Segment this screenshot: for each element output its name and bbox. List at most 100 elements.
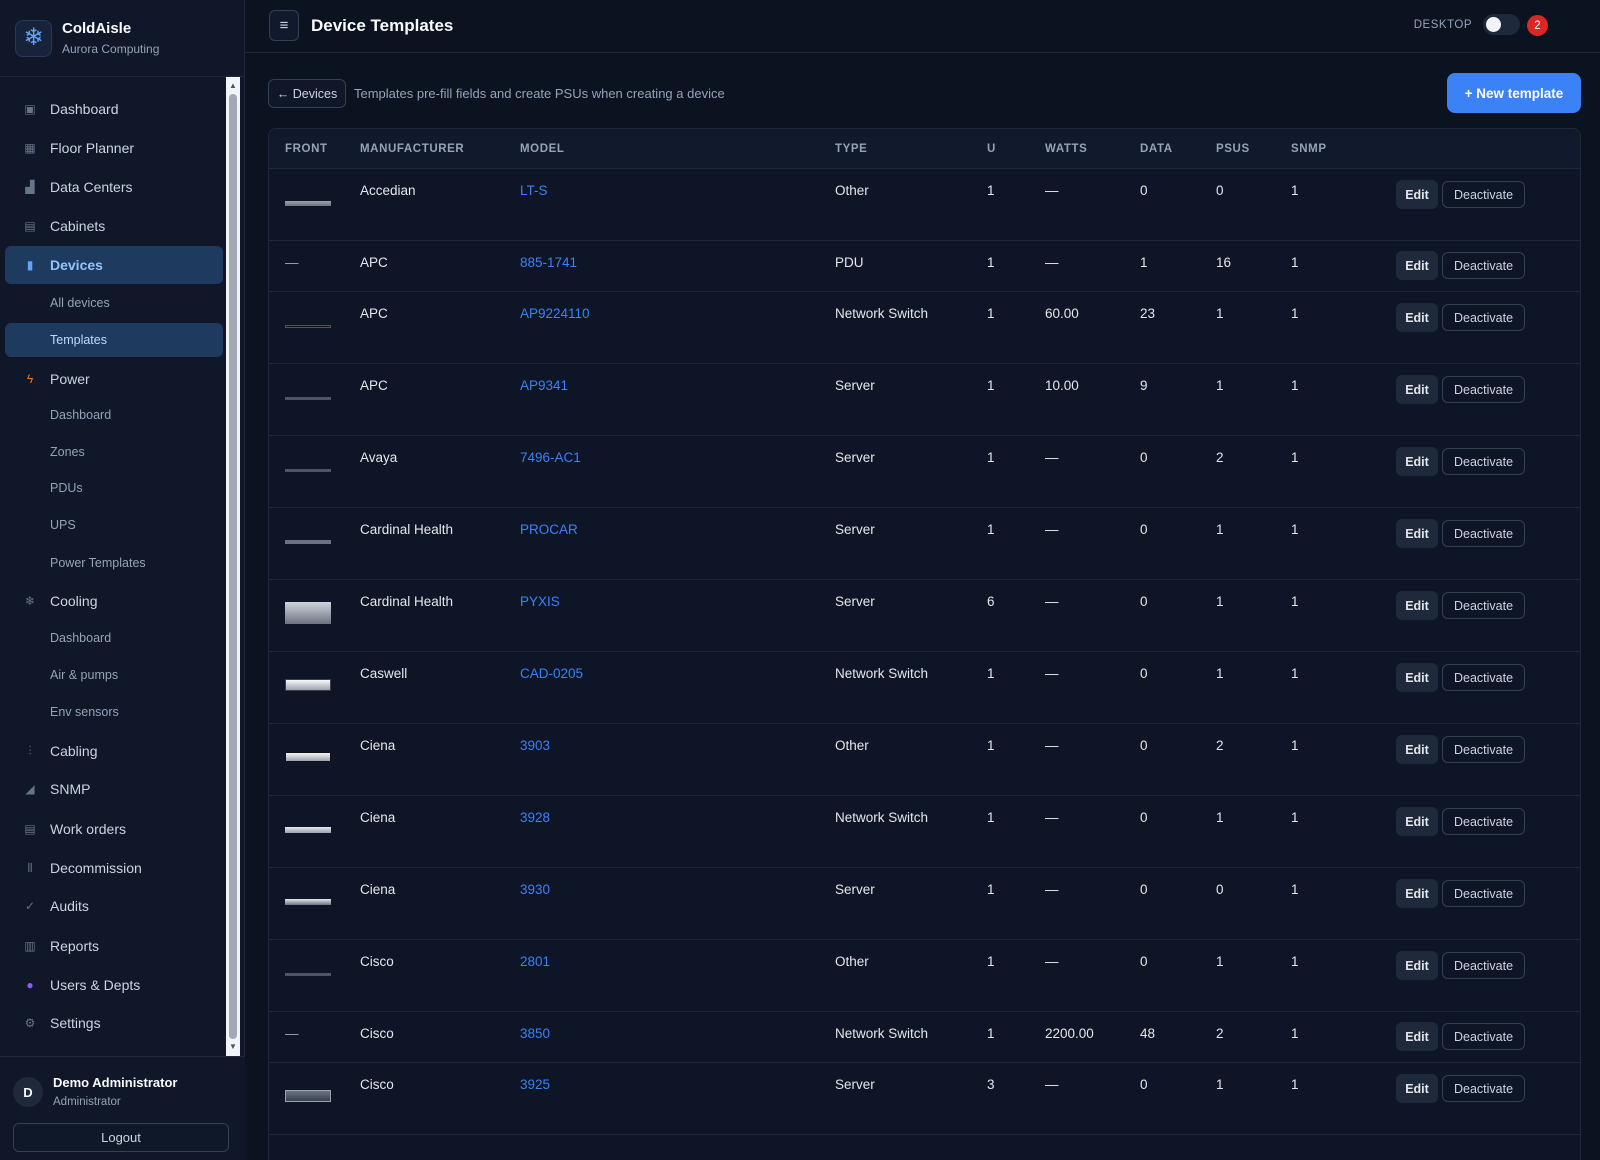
sidebar-subitem-air-pumps[interactable]: Air & pumps — [5, 658, 223, 692]
cell-model[interactable]: AP9341 — [520, 378, 568, 393]
edit-button[interactable]: Edit — [1396, 447, 1438, 476]
cell-model[interactable]: 3928 — [520, 810, 550, 825]
sidebar-item-users-depts[interactable]: ● Users & Depts — [5, 966, 223, 1004]
table-row[interactable]: Ciena 3928 Network Switch 1 — 0 1 1 Edit Deactiva… — [269, 796, 1580, 868]
edit-button[interactable]: Edit — [1396, 1022, 1438, 1051]
deactivate-button[interactable]: Deactivate — [1442, 952, 1525, 979]
sidebar-item-snmp[interactable]: ◢ SNMP — [5, 770, 223, 808]
cell-model[interactable]: 3850 — [520, 1026, 550, 1041]
table-row[interactable]: Ciena 3903 Other 1 — 0 2 1 Edit Deactivate — [269, 724, 1580, 796]
sidebar-item-settings[interactable]: ⚙ Settings — [5, 1004, 223, 1042]
scroll-up-icon[interactable]: ▲ — [226, 79, 240, 93]
table-row[interactable]: Cardinal Health PROCAR Server 1 — 0 1 1 Edit Deac… — [269, 508, 1580, 580]
cell-model[interactable]: CAD-0205 — [520, 666, 583, 681]
table-row[interactable]: — Cisco 3850 Network Switch 1 2200.00 48 2 1 Edit… — [269, 1012, 1580, 1063]
cell-model[interactable]: LT-S — [520, 183, 548, 198]
sidebar-item-floor-planner[interactable]: ▦ Floor Planner — [5, 129, 223, 167]
desktop-mode-toggle[interactable] — [1483, 14, 1520, 35]
sidebar-item-reports[interactable]: ▥ Reports — [5, 927, 223, 965]
logout-button[interactable]: Logout — [13, 1123, 229, 1152]
table-row[interactable]: — APC 885-1741 PDU 1 — 1 16 1 Edit Deactivate — [269, 241, 1580, 292]
deactivate-button[interactable]: Deactivate — [1442, 880, 1525, 907]
cell-model[interactable]: 3930 — [520, 882, 550, 897]
sidebar-item-devices[interactable]: ▮ Devices — [5, 246, 223, 284]
edit-button[interactable]: Edit — [1396, 735, 1438, 764]
sidebar-item-label: Zones — [50, 445, 85, 459]
sidebar-item-cabinets[interactable]: ▤ Cabinets — [5, 207, 223, 245]
edit-button[interactable]: Edit — [1396, 375, 1438, 404]
cell-model[interactable]: 3903 — [520, 738, 550, 753]
edit-button[interactable]: Edit — [1396, 251, 1438, 280]
deactivate-button[interactable]: Deactivate — [1442, 736, 1525, 763]
cell-model[interactable]: PROCAR — [520, 522, 578, 537]
sidebar-subitem-zones[interactable]: Zones — [5, 435, 223, 469]
table-row[interactable]: Caswell CAD-0205 Network Switch 1 — 0 1 1 Edit De… — [269, 652, 1580, 724]
table-row[interactable]: Avaya 7496-AC1 Server 1 — 0 2 1 Edit Deactivate — [269, 436, 1580, 508]
cell-manufacturer: Avaya — [360, 450, 398, 465]
deactivate-button[interactable]: Deactivate — [1442, 448, 1525, 475]
cell-model[interactable]: 885-1741 — [520, 255, 577, 270]
table-row[interactable]: Accedian LT-S Other 1 — 0 0 1 Edit Deactivate — [269, 169, 1580, 241]
table-row[interactable]: Ciena 3930 Server 1 — 0 0 1 Edit Deactivate — [269, 868, 1580, 940]
cell-model[interactable]: PYXIS — [520, 594, 560, 609]
cell-model[interactable]: AP9224110 — [520, 306, 590, 321]
device-front-image — [285, 899, 331, 905]
brand[interactable]: ❄ ColdAisle Aurora Computing — [0, 0, 244, 77]
sidebar-item-cooling[interactable]: ❄ Cooling — [5, 582, 223, 620]
edit-button[interactable]: Edit — [1396, 180, 1438, 209]
edit-button[interactable]: Edit — [1396, 519, 1438, 548]
sidebar-subitem-templates[interactable]: Templates — [5, 323, 223, 357]
table-row[interactable]: APC AP9341 Server 1 10.00 9 1 1 Edit Deactivate — [269, 364, 1580, 436]
sidebar-subitem-power-templates[interactable]: Power Templates — [5, 546, 223, 580]
sidebar-item-decommission[interactable]: ⦀ Decommission — [5, 849, 223, 887]
power-icon: ϟ — [26, 372, 34, 386]
deactivate-button[interactable]: Deactivate — [1442, 1023, 1525, 1050]
edit-button[interactable]: Edit — [1396, 303, 1438, 332]
cell-model[interactable]: 7496-AC1 — [520, 450, 581, 465]
deactivate-button[interactable]: Deactivate — [1442, 304, 1525, 331]
cell-psus: 1 — [1216, 522, 1224, 537]
sidebar-item-label: SNMP — [50, 781, 91, 797]
sidebar-subitem-env-sensors[interactable]: Env sensors — [5, 695, 223, 729]
sidebar-subitem-ups[interactable]: UPS — [5, 508, 223, 542]
deactivate-button[interactable]: Deactivate — [1442, 252, 1525, 279]
back-to-devices-button[interactable]: ← Devices — [268, 79, 346, 108]
edit-button[interactable]: Edit — [1396, 591, 1438, 620]
sidebar-item-cabling[interactable]: ⫶ Cabling — [5, 732, 223, 770]
sidebar-subitem-all-devices[interactable]: All devices — [5, 286, 223, 320]
deactivate-button[interactable]: Deactivate — [1442, 520, 1525, 547]
notification-badge[interactable]: 2 — [1527, 15, 1548, 36]
edit-button[interactable]: Edit — [1396, 951, 1438, 980]
cell-model[interactable]: 2801 — [520, 954, 550, 969]
deactivate-button[interactable]: Deactivate — [1442, 376, 1525, 403]
sidebar-item-audits[interactable]: ✓ Audits — [5, 887, 223, 925]
deactivate-button[interactable]: Deactivate — [1442, 1075, 1525, 1102]
deactivate-button[interactable]: Deactivate — [1442, 181, 1525, 208]
deactivate-button[interactable]: Deactivate — [1442, 664, 1525, 691]
edit-button[interactable]: Edit — [1396, 879, 1438, 908]
table-row[interactable]: Cisco 3925 Server 3 — 0 1 1 Edit Deactivate — [269, 1063, 1580, 1135]
table-row[interactable]: Cardinal Health PYXIS Server 6 — 0 1 1 Edit Deact… — [269, 580, 1580, 652]
new-template-button[interactable]: + New template — [1447, 73, 1581, 113]
table-row[interactable]: Cisco 2801 Other 1 — 0 1 1 Edit Deactivate — [269, 940, 1580, 1012]
scroll-down-icon[interactable]: ▼ — [226, 1040, 240, 1054]
deactivate-button[interactable]: Deactivate — [1442, 808, 1525, 835]
decommission-icon: ⦀ — [27, 860, 33, 875]
table-row[interactable]: APC AP9224110 Network Switch 1 60.00 23 1 1 Edit… — [269, 292, 1580, 364]
cell-type: Server — [835, 378, 875, 393]
scrollbar-thumb[interactable] — [229, 94, 237, 1039]
sidebar-scrollbar[interactable]: ▲ ▼ — [226, 77, 240, 1056]
edit-button[interactable]: Edit — [1396, 1074, 1438, 1103]
sidebar-item-work-orders[interactable]: ▤ Work orders — [5, 810, 223, 848]
cell-model[interactable]: 3925 — [520, 1077, 550, 1092]
edit-button[interactable]: Edit — [1396, 663, 1438, 692]
deactivate-button[interactable]: Deactivate — [1442, 592, 1525, 619]
sidebar-item-data-centers[interactable]: ▟ Data Centers — [5, 168, 223, 206]
menu-icon[interactable]: ≡ — [269, 10, 299, 41]
sidebar-subitem-dashboard[interactable]: Dashboard — [5, 398, 223, 432]
sidebar-item-power[interactable]: ϟ Power — [5, 360, 223, 398]
sidebar-item-dashboard[interactable]: ▣ Dashboard — [5, 90, 223, 128]
edit-button[interactable]: Edit — [1396, 807, 1438, 836]
sidebar-subitem-pdus[interactable]: PDUs — [5, 471, 223, 505]
sidebar-subitem-dashboard[interactable]: Dashboard — [5, 621, 223, 655]
